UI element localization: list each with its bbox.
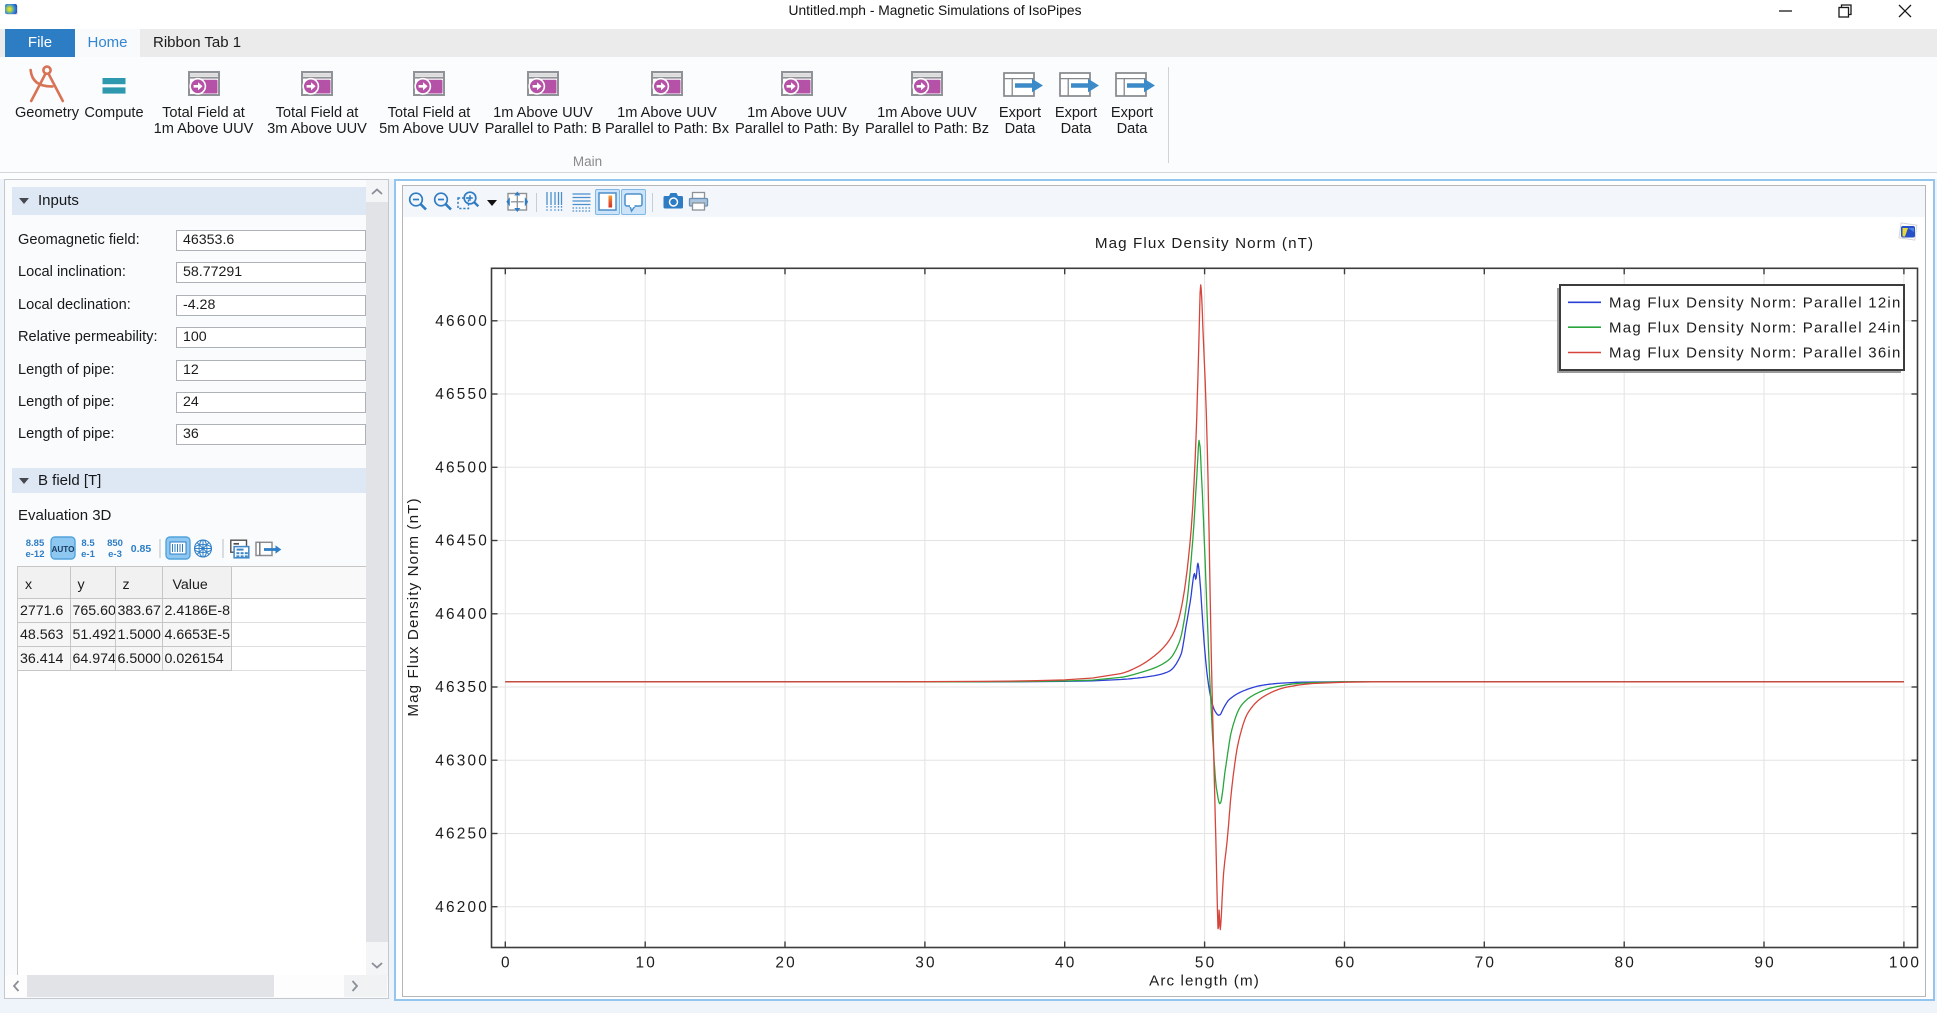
svg-text:8.85: 8.85 (26, 538, 45, 549)
svg-text:20: 20 (775, 955, 797, 972)
svg-text:46600: 46600 (435, 313, 489, 330)
svg-text:Mag Flux Density Norm: Paralle: Mag Flux Density Norm: Parallel 12in (1609, 295, 1902, 312)
svg-text:46300: 46300 (435, 752, 489, 769)
svg-text:40: 40 (1055, 955, 1077, 972)
svg-text:Mag Flux Density Norm: Paralle: Mag Flux Density Norm: Parallel 24in (1609, 319, 1902, 336)
svg-text:70: 70 (1475, 955, 1497, 972)
svg-text:90: 90 (1754, 955, 1776, 972)
svg-text:50: 50 (1195, 955, 1217, 972)
svg-text:e-12: e-12 (25, 549, 44, 560)
svg-text:e-1: e-1 (81, 549, 95, 560)
svg-text:46350: 46350 (435, 679, 489, 696)
svg-text:46500: 46500 (435, 460, 489, 477)
svg-text:8.5: 8.5 (81, 538, 95, 549)
svg-text:60: 60 (1335, 955, 1357, 972)
svg-text:46450: 46450 (435, 533, 489, 550)
svg-text:46400: 46400 (435, 606, 489, 623)
svg-text:AUTO: AUTO (51, 545, 75, 554)
svg-text:Arc length (m): Arc length (m) (1149, 973, 1260, 990)
svg-text:0.85: 0.85 (131, 543, 152, 555)
svg-text:850: 850 (107, 538, 123, 549)
svg-text:46250: 46250 (435, 826, 489, 843)
svg-text:0: 0 (501, 955, 512, 972)
svg-text:100: 100 (1889, 955, 1921, 972)
svg-text:46200: 46200 (435, 899, 489, 916)
svg-text:46550: 46550 (435, 386, 489, 403)
svg-text:Mag Flux Density Norm: Paralle: Mag Flux Density Norm: Parallel 36in (1609, 345, 1902, 362)
svg-text:80: 80 (1615, 955, 1637, 972)
svg-text:Mag Flux Density Norm (nT): Mag Flux Density Norm (nT) (405, 497, 422, 716)
svg-text:30: 30 (915, 955, 937, 972)
svg-text:Mag Flux Density Norm (nT): Mag Flux Density Norm (nT) (1095, 235, 1314, 252)
svg-text:e-3: e-3 (108, 549, 122, 560)
svg-text:10: 10 (636, 955, 658, 972)
